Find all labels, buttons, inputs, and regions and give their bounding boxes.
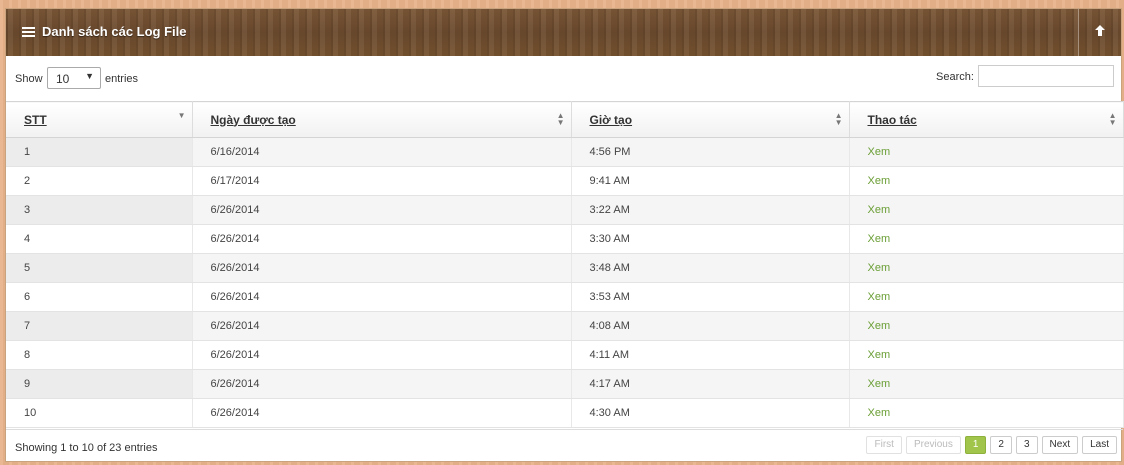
table-cell-stt: 7	[6, 311, 193, 341]
view-link[interactable]: Xem	[868, 146, 891, 158]
table-cell-action: Xem	[849, 137, 1124, 167]
page-button-2[interactable]: 2	[990, 436, 1012, 454]
table-cell-time: 4:17 AM	[571, 369, 850, 399]
table-cell-action: Xem	[849, 166, 1124, 196]
table-cell-date: 6/26/2014	[192, 340, 572, 370]
view-link[interactable]: Xem	[868, 320, 891, 332]
view-link[interactable]: Xem	[868, 378, 891, 390]
column-header-date[interactable]: Ngày được tạo ▲ ▼	[192, 101, 572, 138]
table-cell-time: 3:48 AM	[571, 253, 850, 283]
view-link[interactable]: Xem	[868, 291, 891, 303]
table-cell-date: 6/26/2014	[192, 224, 572, 254]
pagination: First Previous 1 2 3 Next Last	[866, 436, 1117, 454]
entries-label: entries	[105, 73, 139, 85]
table-cell-stt: 4	[6, 224, 193, 254]
arrow-up-icon[interactable]	[1093, 25, 1107, 39]
view-link[interactable]: Xem	[868, 204, 891, 216]
column-header-time[interactable]: Giờ tạo ▲ ▼	[571, 101, 850, 138]
table-cell-action: Xem	[849, 282, 1124, 312]
page-length-select[interactable]: 10 ▼	[47, 67, 101, 89]
table-cell-date: 6/16/2014	[192, 137, 572, 167]
table-cell-action: Xem	[849, 369, 1124, 399]
panel-title: Danh sách các Log File	[42, 24, 187, 39]
panel-header: Danh sách các Log File	[6, 9, 1121, 56]
table-cell-stt: 6	[6, 282, 193, 312]
column-header-action[interactable]: Thao tác ▲ ▼	[849, 101, 1124, 138]
table-row: 9 6/26/2014 4:17 AM Xem	[6, 369, 1124, 399]
table-row: 6 6/26/2014 3:53 AM Xem	[6, 282, 1124, 312]
table-cell-stt: 10	[6, 398, 193, 428]
view-link[interactable]: Xem	[868, 175, 891, 187]
table-row: 5 6/26/2014 3:48 AM Xem	[6, 253, 1124, 283]
table-cell-action: Xem	[849, 311, 1124, 341]
table-cell-date: 6/26/2014	[192, 253, 572, 283]
table-cell-action: Xem	[849, 195, 1124, 225]
table-row: 2 6/17/2014 9:41 AM Xem	[6, 166, 1124, 196]
table-cell-date: 6/26/2014	[192, 369, 572, 399]
sort-both-icon: ▲ ▼	[1108, 111, 1117, 127]
next-page-button[interactable]: Next	[1041, 436, 1079, 454]
table-row: 8 6/26/2014 4:11 AM Xem	[6, 340, 1124, 370]
table-toolbar: Show 10 ▼ entries Search:	[6, 56, 1121, 101]
log-file-panel: Danh sách các Log File Show 10 ▼ entries…	[5, 8, 1124, 464]
search-input[interactable]	[978, 65, 1114, 87]
sort-both-icon: ▲ ▼	[556, 111, 565, 127]
table-row: 10 6/26/2014 4:30 AM Xem	[6, 398, 1124, 428]
view-link[interactable]: Xem	[868, 262, 891, 274]
page-button-3[interactable]: 3	[1015, 436, 1038, 454]
table-cell-stt: 1	[6, 137, 193, 167]
table-cell-time: 3:22 AM	[571, 195, 850, 225]
first-page-button[interactable]: First	[866, 436, 902, 454]
table-cell-time: 3:53 AM	[571, 282, 850, 312]
table-cell-stt: 2	[6, 166, 193, 196]
table-info: Showing 1 to 10 of 23 entries	[15, 442, 158, 454]
table-cell-date: 6/26/2014	[192, 398, 572, 428]
table-cell-action: Xem	[849, 253, 1124, 283]
column-header-stt[interactable]: STT ▼	[6, 101, 193, 138]
show-label: Show	[15, 73, 43, 85]
table-cell-time: 4:08 AM	[571, 311, 850, 341]
table-cell-date: 6/26/2014	[192, 311, 572, 341]
table-cell-stt: 8	[6, 340, 193, 370]
log-file-table: STT ▼ Ngày được tạo ▲ ▼ Giờ tạo ▲ ▼ Thao tác ▲…	[6, 101, 1124, 428]
view-link[interactable]: Xem	[868, 349, 891, 361]
table-cell-action: Xem	[849, 340, 1124, 370]
table-header-row: STT ▼ Ngày được tạo ▲ ▼ Giờ tạo ▲ ▼ Thao tác ▲…	[6, 101, 1124, 138]
table-cell-date: 6/26/2014	[192, 195, 572, 225]
table-cell-time: 4:11 AM	[571, 340, 850, 370]
table-cell-date: 6/17/2014	[192, 166, 572, 196]
table-row: 1 6/16/2014 4:56 PM Xem	[6, 137, 1124, 167]
table-cell-stt: 5	[6, 253, 193, 283]
table-cell-time: 9:41 AM	[571, 166, 850, 196]
table-cell-time: 3:30 AM	[571, 224, 850, 254]
table-cell-time: 4:56 PM	[571, 137, 850, 167]
table-row: 4 6/26/2014 3:30 AM Xem	[6, 224, 1124, 254]
table-cell-stt: 9	[6, 369, 193, 399]
sort-desc-icon: ▼	[177, 111, 186, 120]
table-cell-action: Xem	[849, 224, 1124, 254]
previous-page-button[interactable]: Previous	[905, 436, 961, 454]
table-cell-stt: 3	[6, 195, 193, 225]
table-cell-time: 4:30 AM	[571, 398, 850, 428]
table-footer: Showing 1 to 10 of 23 entries First Prev…	[6, 429, 1123, 464]
last-page-button[interactable]: Last	[1082, 436, 1117, 454]
view-link[interactable]: Xem	[868, 407, 891, 419]
page-button-1[interactable]: 1	[964, 436, 987, 454]
sort-both-icon: ▲ ▼	[834, 111, 843, 127]
view-link[interactable]: Xem	[868, 233, 891, 245]
menu-icon[interactable]	[22, 27, 35, 37]
page-length-value: 10	[56, 72, 70, 86]
table-cell-date: 6/26/2014	[192, 282, 572, 312]
chevron-down-icon: ▼	[85, 71, 94, 81]
table-cell-action: Xem	[849, 398, 1124, 428]
header-divider	[1078, 9, 1079, 56]
table-row: 7 6/26/2014 4:08 AM Xem	[6, 311, 1124, 341]
table-row: 3 6/26/2014 3:22 AM Xem	[6, 195, 1124, 225]
search-label: Search:	[936, 71, 974, 83]
